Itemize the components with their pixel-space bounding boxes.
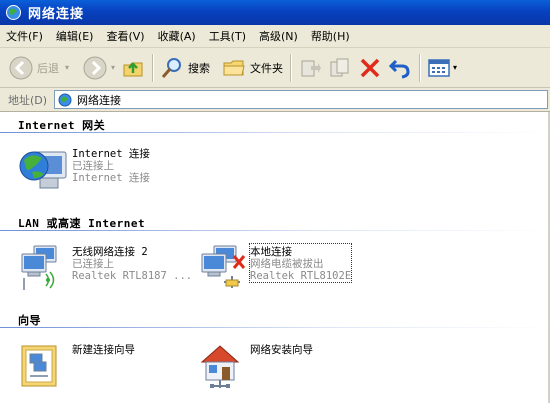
forward-arrow-icon bbox=[83, 56, 107, 79]
network-setup-wizard-name: 网络安装向导 bbox=[250, 344, 313, 356]
window-title: 网络连接 bbox=[28, 7, 85, 22]
search-label: 搜索 bbox=[188, 61, 211, 75]
group-divider bbox=[0, 132, 550, 133]
undo-icon bbox=[388, 59, 410, 78]
move-to-icon bbox=[301, 60, 322, 76]
menu-view[interactable]: 查看(V) bbox=[106, 28, 144, 44]
internet-connection-name: Internet 连接 bbox=[72, 148, 150, 160]
lan-disconnected-icon bbox=[196, 244, 248, 292]
new-connection-wizard-text: 新建连接向导 bbox=[72, 342, 135, 356]
chevron-down-icon: ▾ bbox=[65, 63, 70, 72]
title-bar: 网络连接 bbox=[0, 0, 550, 25]
back-label: 后退 bbox=[37, 61, 59, 75]
forward-button[interactable]: ▾ bbox=[80, 51, 118, 85]
menu-file[interactable]: 文件(F) bbox=[6, 28, 43, 44]
back-arrow-icon bbox=[9, 56, 33, 79]
folders-button[interactable]: 文件夹 bbox=[219, 51, 286, 85]
address-value: 网络连接 bbox=[77, 93, 121, 107]
up-folder-icon bbox=[123, 61, 143, 76]
local-connection-text: 本地连接 网络电缆被拔出 Realtek RTL8102E bbox=[248, 243, 353, 283]
move-to-button[interactable] bbox=[295, 51, 325, 85]
internet-connection-text: Internet 连接 已连接上 Internet 连接 bbox=[72, 146, 150, 184]
menu-help[interactable]: 帮助(H) bbox=[311, 28, 350, 44]
chevron-down-icon: ▾ bbox=[453, 63, 458, 72]
menu-edit[interactable]: 编辑(E) bbox=[56, 28, 94, 44]
folders-icon bbox=[223, 60, 245, 75]
address-label: 地址(D) bbox=[8, 93, 48, 107]
toolbar-separator bbox=[419, 53, 421, 82]
views-button[interactable]: ▾ bbox=[424, 51, 460, 85]
local-connection-desc: Realtek RTL8102E bbox=[250, 270, 352, 282]
back-button[interactable]: 后退 ▾ bbox=[6, 51, 72, 85]
undo-button[interactable] bbox=[385, 51, 415, 85]
internet-connection-status: 已连接上 bbox=[72, 160, 114, 172]
group-lan-header: LAN 或高速 Internet bbox=[18, 217, 146, 230]
copy-to-button[interactable] bbox=[325, 51, 355, 85]
address-input[interactable]: 网络连接 bbox=[54, 90, 548, 109]
chevron-down-icon: ▾ bbox=[111, 63, 116, 72]
menu-bar: 文件(F) 编辑(E) 查看(V) 收藏(A) 工具(T) 高级(N) 帮助(H… bbox=[0, 25, 550, 48]
address-bar: 地址(D) 网络连接 bbox=[0, 88, 550, 112]
group-divider bbox=[0, 327, 550, 328]
group-wizard-header: 向导 bbox=[18, 314, 41, 327]
network-connections-icon bbox=[58, 93, 72, 106]
local-connection-item[interactable]: 本地连接 网络电缆被拔出 Realtek RTL8102E bbox=[196, 243, 353, 292]
menu-tools[interactable]: 工具(T) bbox=[209, 28, 246, 44]
search-button[interactable]: 搜索 bbox=[157, 51, 213, 85]
network-setup-wizard-text: 网络安装向导 bbox=[250, 342, 313, 356]
internet-gateway-icon bbox=[18, 146, 70, 194]
wireless-connection-status: 已连接上 bbox=[72, 258, 114, 270]
wireless-connection-text: 无线网络连接 2 已连接上 Realtek RTL8187 ... bbox=[72, 244, 192, 282]
new-connection-wizard-name: 新建连接向导 bbox=[72, 344, 135, 356]
menu-favorites[interactable]: 收藏(A) bbox=[158, 28, 196, 44]
internet-connection-desc: Internet 连接 bbox=[72, 172, 150, 184]
search-icon bbox=[161, 57, 182, 78]
up-folder-button[interactable] bbox=[118, 51, 148, 85]
group-internet-gateway-header: Internet 网关 bbox=[18, 119, 106, 132]
menu-advanced[interactable]: 高级(N) bbox=[259, 28, 298, 44]
toolbar: 后退 ▾ ▾ 搜索 文件夹 ▾ bbox=[0, 48, 550, 88]
views-icon bbox=[428, 58, 450, 77]
wireless-connection-item[interactable]: 无线网络连接 2 已连接上 Realtek RTL8187 ... bbox=[18, 244, 192, 292]
local-connection-status: 网络电缆被拔出 bbox=[250, 258, 324, 270]
new-connection-wizard-icon bbox=[18, 342, 70, 390]
wireless-connection-name: 无线网络连接 2 bbox=[72, 246, 148, 258]
copy-to-icon bbox=[330, 58, 349, 76]
local-connection-name: 本地连接 bbox=[250, 246, 292, 258]
toolbar-separator bbox=[152, 53, 154, 82]
internet-connection-item[interactable]: Internet 连接 已连接上 Internet 连接 bbox=[18, 146, 150, 194]
connections-list: Internet 网关 Internet 连接 已连接上 Internet 连接… bbox=[0, 112, 550, 403]
folders-label: 文件夹 bbox=[250, 61, 284, 75]
new-connection-wizard-item[interactable]: 新建连接向导 bbox=[18, 342, 135, 390]
delete-x-icon bbox=[360, 58, 380, 77]
wireless-connection-desc: Realtek RTL8187 ... bbox=[72, 270, 193, 282]
network-connections-icon bbox=[6, 5, 21, 20]
network-setup-wizard-icon bbox=[196, 342, 248, 390]
group-divider bbox=[0, 230, 550, 231]
wireless-network-icon bbox=[18, 244, 70, 292]
delete-button[interactable] bbox=[355, 51, 385, 85]
network-setup-wizard-item[interactable]: 网络安装向导 bbox=[196, 342, 313, 390]
toolbar-separator bbox=[290, 53, 292, 82]
